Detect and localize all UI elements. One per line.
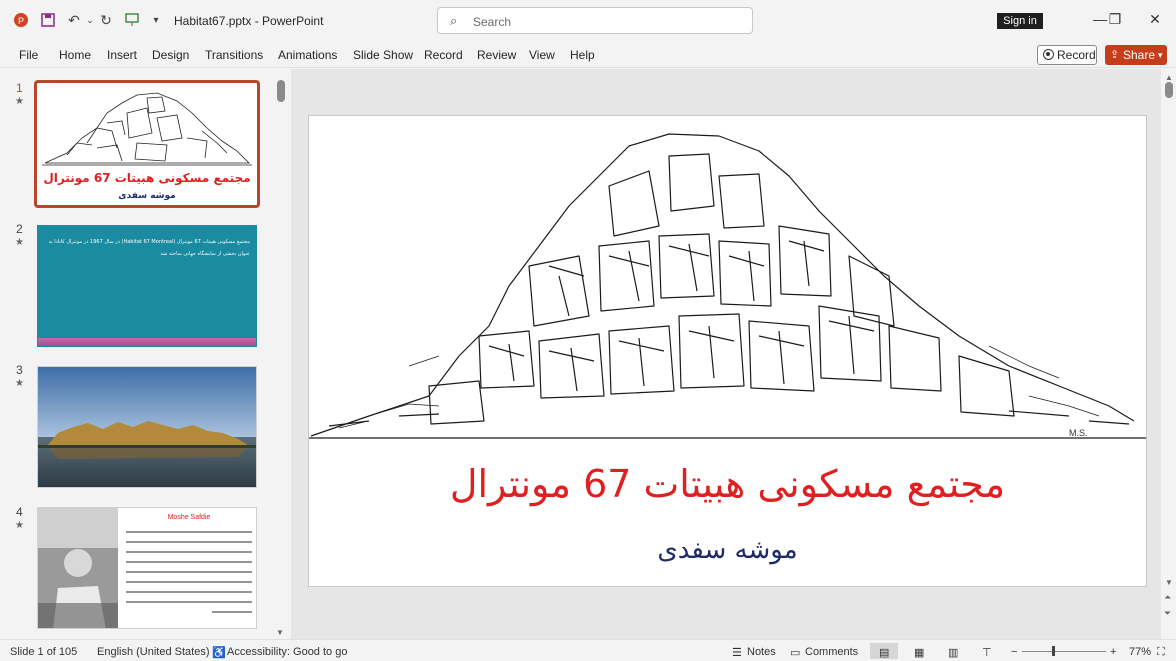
document-title: Habitat67.pptx - PowerPoint xyxy=(174,14,324,28)
chevron-down-icon: ▾ xyxy=(1158,50,1163,60)
normal-view-icon[interactable]: ▤ xyxy=(879,646,889,659)
slide-subtitle[interactable]: موشه سفدی xyxy=(308,535,1147,565)
zoom-slider[interactable] xyxy=(1022,651,1106,652)
zoom-in-icon[interactable]: + xyxy=(1110,646,1116,658)
scroll-down-icon[interactable]: ▼ xyxy=(276,628,284,637)
tab-record[interactable]: Record xyxy=(424,48,463,62)
next-slide-icon[interactable]: ⏷ xyxy=(1164,608,1171,619)
svg-text:P: P xyxy=(18,16,24,26)
scroll-up-icon[interactable]: ▲ xyxy=(1165,73,1173,82)
restore-window-icon[interactable]: ❐ xyxy=(1105,11,1125,31)
main-slide[interactable]: M.S. xyxy=(308,115,1147,587)
animation-star-icon: ★ xyxy=(15,96,24,107)
slide-title[interactable]: مجتمع مسکونی هبیتات 67 مونترال xyxy=(308,462,1147,506)
thumb-1-title: مجتمع مسکونی هبیتات 67 مونترال xyxy=(43,171,251,185)
slide-show-icon[interactable]: ⊤ xyxy=(982,646,992,659)
scroll-down-icon[interactable]: ▼ xyxy=(1165,578,1173,587)
tab-animations[interactable]: Animations xyxy=(278,48,337,62)
portrait-photo-thumbnail xyxy=(38,508,118,628)
accessibility-icon: ♿ xyxy=(212,647,226,659)
notes-icon: ☰ xyxy=(732,647,742,659)
svg-text:M.S.: M.S. xyxy=(1069,428,1088,438)
share-icon: ⇪ xyxy=(1110,49,1120,61)
present-icon[interactable] xyxy=(122,10,142,30)
powerpoint-logo-icon: P xyxy=(11,10,31,30)
slide-thumbnail-4[interactable]: Moshe Safdie xyxy=(37,507,257,629)
scrollbar-thumb[interactable] xyxy=(277,80,285,102)
habitat-sketch-image: M.S. xyxy=(309,133,1146,439)
comments-button[interactable]: Comments xyxy=(805,646,858,658)
tab-transitions[interactable]: Transitions xyxy=(205,48,263,62)
animation-star-icon: ★ xyxy=(15,237,24,248)
habitat-sketch-thumbnail xyxy=(42,92,252,166)
language-indicator[interactable]: English (United States) xyxy=(97,646,210,658)
tab-insert[interactable]: Insert xyxy=(107,48,137,62)
share-button[interactable]: ⇪ Share ▾ xyxy=(1105,45,1167,65)
status-bar: Slide 1 of 105 English (United States) ♿… xyxy=(0,639,1176,661)
tab-file[interactable]: File xyxy=(19,48,38,62)
slide-thumbnail-1[interactable]: مجتمع مسکونی هبیتات 67 مونترال موشه سفدی xyxy=(34,80,260,208)
slide-thumbnail-2[interactable]: مجتمع مسکونی هبیتات 67 مونترال (Habitat … xyxy=(37,225,257,347)
slide-thumbnail-3[interactable] xyxy=(37,366,257,488)
thumb-number: 4 xyxy=(16,505,23,519)
search-box[interactable]: ⌕ Search xyxy=(437,7,753,34)
comments-icon: ▭ xyxy=(790,647,801,659)
search-placeholder: Search xyxy=(473,15,512,29)
title-bar: P ↶ ⌄ ↻ ▾ Habitat67.pptx - PowerPoint ⌕ … xyxy=(0,0,1176,42)
redo-icon[interactable]: ↻ xyxy=(96,10,116,30)
reading-view-icon[interactable]: ▥ xyxy=(948,646,958,659)
slide-counter: Slide 1 of 105 xyxy=(10,646,78,658)
share-label: Share xyxy=(1123,48,1156,62)
slide-sorter-icon[interactable]: ▦ xyxy=(914,646,924,659)
zoom-level[interactable]: 77% xyxy=(1129,646,1151,658)
thumb-2-footer-band xyxy=(38,338,256,346)
thumb-4-heading: Moshe Safdie xyxy=(167,514,211,521)
habitat-photo-thumbnail xyxy=(38,367,256,487)
thumb-1-subtitle: موشه سفدی xyxy=(118,191,176,201)
tab-design[interactable]: Design xyxy=(152,48,189,62)
tab-review[interactable]: Review xyxy=(477,48,516,62)
tab-help[interactable]: Help xyxy=(570,48,595,62)
accessibility-status[interactable]: Accessibility: Good to go xyxy=(227,646,347,658)
animation-star-icon: ★ xyxy=(15,520,24,531)
close-icon[interactable]: ✕ xyxy=(1145,11,1165,31)
zoom-slider-handle[interactable] xyxy=(1052,646,1055,656)
thumbnail-scrollbar[interactable]: ▼ xyxy=(276,80,285,637)
ribbon-tabs: File Home Insert Design Transitions Anim… xyxy=(0,42,1176,68)
scrollbar-thumb[interactable] xyxy=(1165,82,1173,98)
save-icon[interactable] xyxy=(38,10,58,30)
thumb-4-body-lines xyxy=(126,531,252,613)
previous-slide-icon[interactable]: ⏶ xyxy=(1164,592,1171,603)
fit-to-window-icon[interactable]: ⛶ xyxy=(1157,646,1165,659)
customize-toolbar-icon[interactable]: ▾ xyxy=(146,10,166,30)
tab-slide-show[interactable]: Slide Show xyxy=(353,48,413,62)
thumb-number: 1 xyxy=(16,81,23,95)
zoom-out-icon[interactable]: − xyxy=(1011,646,1017,658)
canvas-scrollbar[interactable]: ▲ ▼ ⏶ ⏷ xyxy=(1162,69,1176,639)
tab-view[interactable]: View xyxy=(529,48,555,62)
record-icon xyxy=(1043,49,1054,60)
thumb-number: 2 xyxy=(16,222,23,236)
thumb-number: 3 xyxy=(16,363,23,377)
record-label: Record xyxy=(1057,48,1096,62)
record-button[interactable]: Record xyxy=(1037,45,1097,65)
tab-home[interactable]: Home xyxy=(59,48,91,62)
animation-star-icon: ★ xyxy=(15,378,24,389)
thumb-2-body: مجتمع مسکونی هبیتات 67 مونترال (Habitat … xyxy=(48,239,250,257)
notes-button[interactable]: Notes xyxy=(747,646,776,658)
sign-in-button[interactable]: Sign in xyxy=(997,13,1043,29)
search-icon: ⌕ xyxy=(450,13,458,28)
